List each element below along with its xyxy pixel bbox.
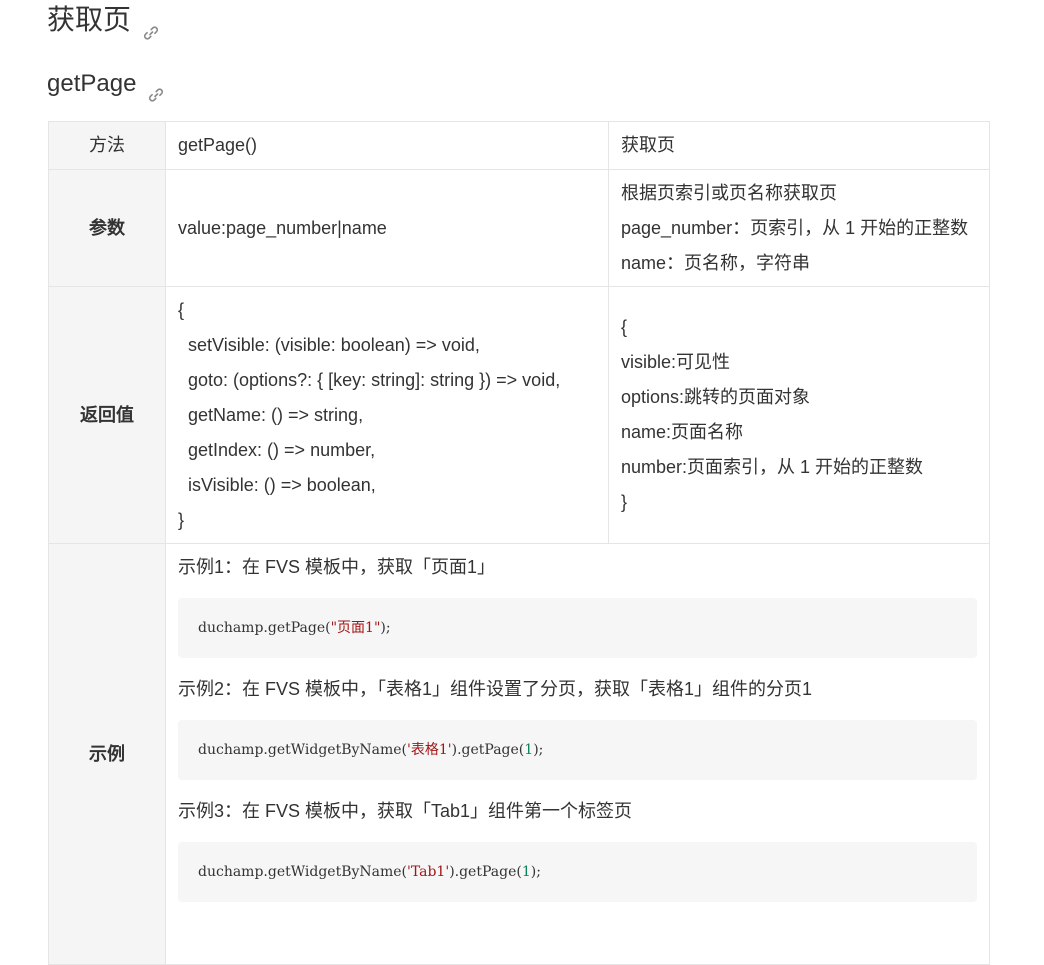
doc-page: 获取页 getPage 方法 getPage() 获取页 参数 value:pa… xyxy=(0,0,1044,965)
returns-code-line: { xyxy=(178,299,185,320)
returns-desc-line: } xyxy=(621,492,628,512)
example-title: 示例1：在 FVS 模板中，获取「页面1」 xyxy=(178,557,496,577)
code-string: "页面1" xyxy=(330,619,381,636)
table-row-returns: 返回值 { setVisible: (visible: boolean) => … xyxy=(48,286,990,544)
returns-desc-line: { xyxy=(621,317,628,337)
link-icon[interactable] xyxy=(148,76,164,102)
code-text: duchamp.getWidgetByName( xyxy=(198,741,408,758)
code-string: '表格1' xyxy=(407,741,452,758)
code-text: ); xyxy=(380,619,391,636)
params-desc-line: page_number：页索引，从 1 开始的正整数 xyxy=(621,217,969,238)
returns-desc-line: number:页面索引，从 1 开始的正整数 xyxy=(621,457,924,477)
params-desc-line: 根据页索引或页名称获取页 xyxy=(621,182,837,203)
code-block[interactable]: duchamp.getWidgetByName('表格1').getPage(1… xyxy=(178,720,977,780)
method-signature: getPage() xyxy=(165,121,609,170)
returns-code-line: getName: () => string, xyxy=(178,404,364,425)
examples-content: 示例1：在 FVS 模板中，获取「页面1」 duchamp.getPage("页… xyxy=(165,543,990,965)
section-title-text: getPage xyxy=(47,70,137,97)
page-title-text: 获取页 xyxy=(47,4,132,35)
params-desc-line: name：页名称，字符串 xyxy=(621,252,811,273)
returns-code-line: setVisible: (visible: boolean) => void, xyxy=(178,334,480,355)
code-text: duchamp.getWidgetByName( xyxy=(198,863,408,880)
code-block[interactable]: duchamp.getPage("页面1"); xyxy=(178,598,977,658)
code-block[interactable]: duchamp.getWidgetByName('Tab1').getPage(… xyxy=(178,842,977,902)
returns-desc: { visible:可见性 options:跳转的页面对象 name:页面名称 … xyxy=(608,286,990,544)
page-title: 获取页 xyxy=(47,0,159,40)
example-title: 示例3：在 FVS 模板中，获取「Tab1」组件第一个标签页 xyxy=(178,801,633,821)
code-text: ).getPage( xyxy=(449,863,522,880)
returns-code: { setVisible: (visible: boolean) => void… xyxy=(165,286,609,544)
code-text: ); xyxy=(530,863,541,880)
returns-code-line: goto: (options?: { [key: string]: string… xyxy=(178,369,561,390)
params-label: 参数 xyxy=(48,169,166,287)
examples-label: 示例 xyxy=(48,543,166,965)
params-value: value:page_number|name xyxy=(165,169,609,287)
table-row-params: 参数 value:page_number|name 根据页索引或页名称获取页 p… xyxy=(48,169,990,287)
code-text: ).getPage( xyxy=(451,741,525,758)
example-title: 示例2：在 FVS 模板中，「表格1」组件设置了分页，获取「表格1」组件的分页1 xyxy=(178,679,813,699)
params-desc: 根据页索引或页名称获取页 page_number：页索引，从 1 开始的正整数 … xyxy=(608,169,990,287)
returns-code-line: } xyxy=(178,509,185,530)
link-icon[interactable] xyxy=(143,12,159,40)
method-desc: 获取页 xyxy=(608,121,990,170)
code-number: 1 xyxy=(524,741,534,758)
returns-desc-line: options:跳转的页面对象 xyxy=(621,387,811,407)
api-table: 方法 getPage() 获取页 参数 value:page_number|na… xyxy=(48,121,990,965)
method-label: 方法 xyxy=(48,121,166,170)
code-number: 1 xyxy=(521,863,531,880)
returns-code-line: getIndex: () => number, xyxy=(178,439,376,460)
returns-desc-line: name:页面名称 xyxy=(621,422,744,442)
table-row-examples: 示例 示例1：在 FVS 模板中，获取「页面1」 duchamp.getPage… xyxy=(48,543,990,965)
returns-label: 返回值 xyxy=(48,286,166,544)
table-row-method: 方法 getPage() 获取页 xyxy=(48,121,990,170)
returns-code-line: isVisible: () => boolean, xyxy=(178,474,376,495)
code-string: 'Tab1' xyxy=(407,863,450,880)
code-text: ); xyxy=(533,741,544,758)
section-title: getPage xyxy=(47,64,164,104)
code-text: duchamp.getPage( xyxy=(198,619,331,636)
returns-desc-line: visible:可见性 xyxy=(621,352,731,372)
